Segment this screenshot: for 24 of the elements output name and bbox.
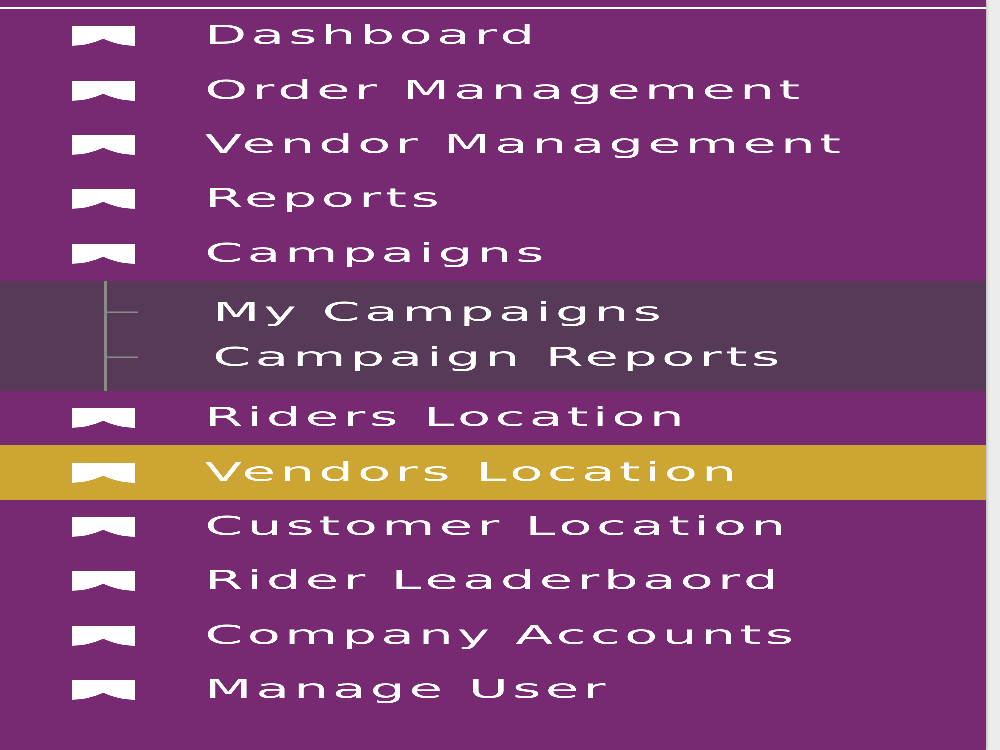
menu-item[interactable]: Rider Leaderbaord: [0, 554, 986, 609]
bookmark-icon: [72, 134, 135, 155]
menu-item[interactable]: Company Accounts: [0, 608, 986, 663]
menu-item[interactable]: Campaigns: [0, 226, 986, 281]
menu-item[interactable]: Order Management: [0, 63, 986, 118]
menu-item[interactable]: Manage User: [0, 662, 986, 718]
bookmark-icon: [72, 26, 135, 46]
bookmark-icon: [72, 408, 135, 428]
submenu-item[interactable]: Campaign Reports: [138, 336, 986, 381]
menu-item[interactable]: Vendor Management: [0, 118, 986, 172]
menu-item[interactable]: Reports: [0, 172, 986, 227]
bookmark-icon: [72, 571, 135, 592]
menu-item[interactable]: Customer Location: [0, 500, 986, 554]
tree-lines-icon: [104, 280, 138, 391]
menu-item[interactable]: Riders Location: [0, 390, 986, 446]
bookmark-icon: [72, 516, 135, 537]
bookmark-icon: [72, 80, 135, 101]
bookmark-icon: [72, 189, 135, 210]
submenu-item[interactable]: My Campaigns: [138, 290, 986, 336]
menu-item[interactable]: Dashboard: [0, 9, 986, 64]
bookmark-icon: [72, 626, 135, 646]
bookmark-icon: [72, 462, 135, 483]
bookmark-icon: [72, 244, 135, 264]
bookmark-icon: [72, 680, 135, 700]
